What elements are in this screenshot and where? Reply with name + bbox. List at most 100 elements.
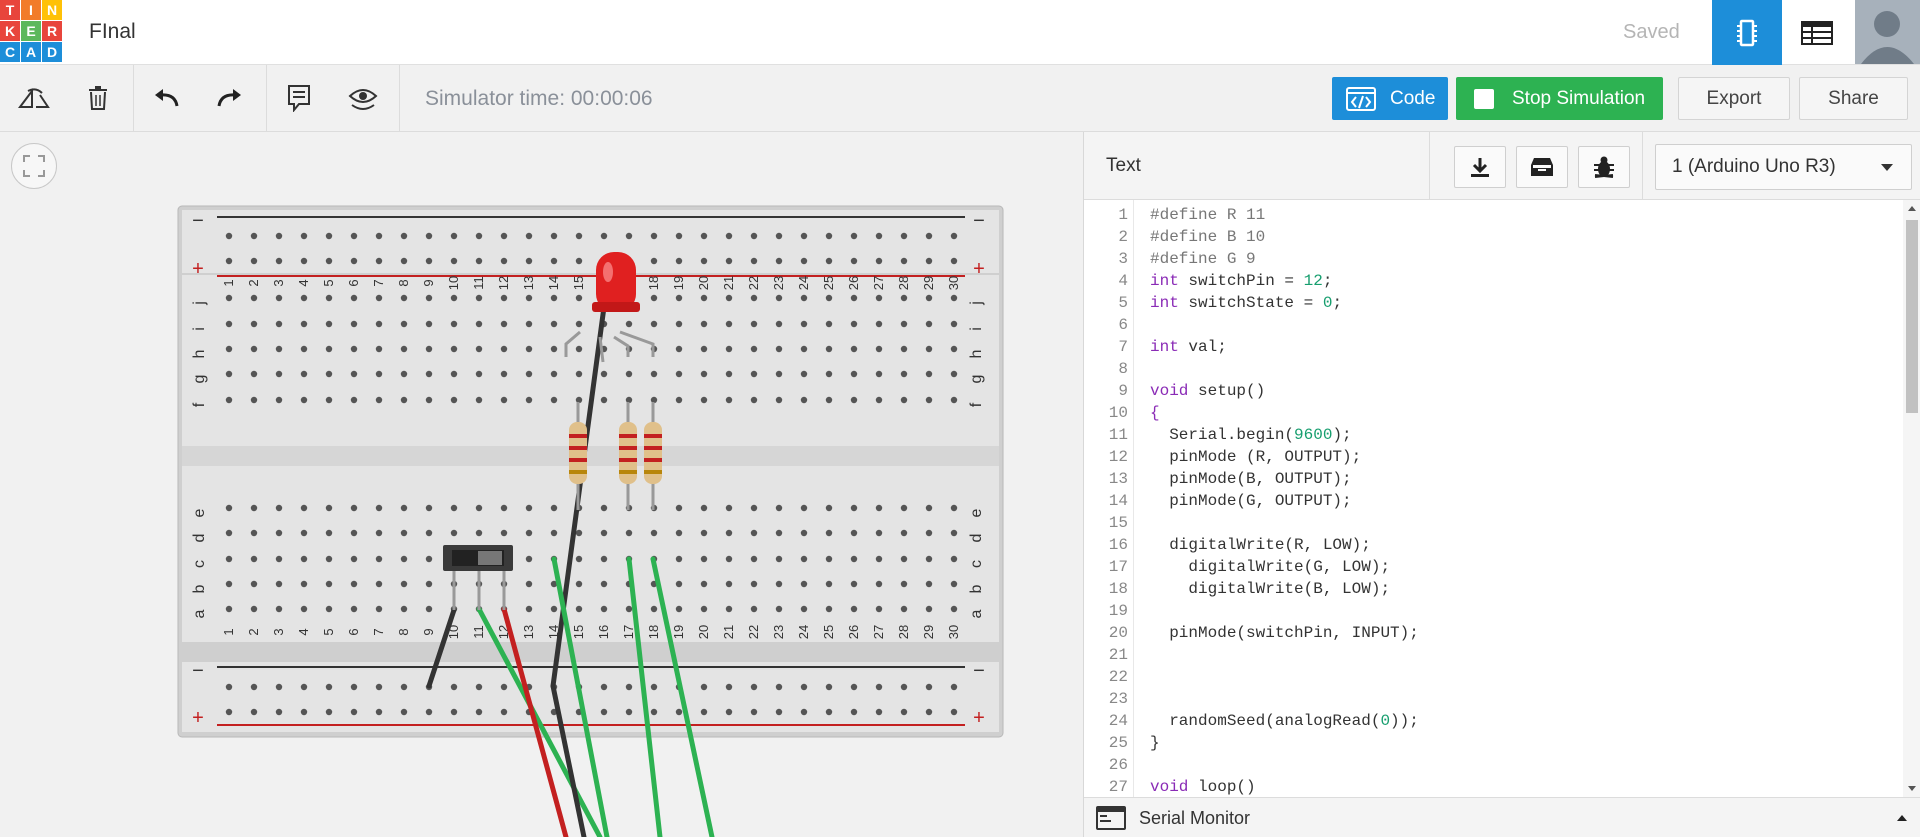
code-line[interactable]: #define R 11	[1150, 204, 1265, 226]
breadboard-hole[interactable]	[400, 504, 408, 512]
breadboard-hole[interactable]	[225, 345, 233, 353]
breadboard-hole[interactable]	[375, 683, 383, 691]
breadboard-hole[interactable]	[350, 605, 358, 613]
breadboard-hole[interactable]	[275, 683, 283, 691]
breadboard-hole[interactable]	[925, 555, 933, 563]
breadboard-hole[interactable]	[550, 504, 558, 512]
breadboard-hole[interactable]	[225, 232, 233, 240]
breadboard-hole[interactable]	[700, 504, 708, 512]
breadboard-hole[interactable]	[750, 257, 758, 265]
breadboard-hole[interactable]	[850, 683, 858, 691]
breadboard-hole[interactable]	[350, 529, 358, 537]
debugger-button[interactable]	[1578, 146, 1630, 188]
breadboard-hole[interactable]	[425, 232, 433, 240]
breadboard-hole[interactable]	[275, 555, 283, 563]
breadboard-hole[interactable]	[600, 504, 608, 512]
user-avatar[interactable]	[1855, 0, 1920, 64]
scroll-up-icon[interactable]	[1903, 202, 1920, 214]
breadboard-hole[interactable]	[425, 257, 433, 265]
breadboard-hole[interactable]	[750, 396, 758, 404]
breadboard-hole[interactable]	[875, 529, 883, 537]
breadboard-hole[interactable]	[925, 320, 933, 328]
breadboard-hole[interactable]	[725, 294, 733, 302]
breadboard-hole[interactable]	[650, 320, 658, 328]
breadboard-hole[interactable]	[925, 232, 933, 240]
breadboard-hole[interactable]	[950, 683, 958, 691]
breadboard-hole[interactable]	[500, 370, 508, 378]
breadboard-hole[interactable]	[900, 555, 908, 563]
breadboard-hole[interactable]	[600, 529, 608, 537]
breadboard-hole[interactable]	[775, 370, 783, 378]
breadboard-hole[interactable]	[275, 396, 283, 404]
breadboard-hole[interactable]	[475, 257, 483, 265]
breadboard-hole[interactable]	[400, 605, 408, 613]
serial-monitor-bar[interactable]: Serial Monitor	[1084, 797, 1920, 837]
scroll-down-icon[interactable]	[1903, 783, 1920, 795]
breadboard-hole[interactable]	[375, 232, 383, 240]
breadboard-hole[interactable]	[275, 708, 283, 716]
breadboard-hole[interactable]	[225, 370, 233, 378]
breadboard-hole[interactable]	[850, 257, 858, 265]
breadboard-hole[interactable]	[225, 555, 233, 563]
breadboard-hole[interactable]	[775, 580, 783, 588]
breadboard-hole[interactable]	[900, 605, 908, 613]
breadboard-hole[interactable]	[500, 232, 508, 240]
breadboard-hole[interactable]	[650, 708, 658, 716]
breadboard-hole[interactable]	[950, 555, 958, 563]
breadboard-hole[interactable]	[725, 257, 733, 265]
code-line[interactable]: #define B 10	[1150, 226, 1265, 248]
breadboard-hole[interactable]	[425, 529, 433, 537]
breadboard-hole[interactable]	[500, 708, 508, 716]
breadboard-hole[interactable]	[425, 605, 433, 613]
breadboard-hole[interactable]	[850, 232, 858, 240]
breadboard-hole[interactable]	[875, 708, 883, 716]
code-line[interactable]: int switchPin = 12;	[1150, 270, 1332, 292]
breadboard-hole[interactable]	[525, 529, 533, 537]
scroll-thumb[interactable]	[1906, 220, 1918, 413]
breadboard-hole[interactable]	[225, 504, 233, 512]
breadboard-hole[interactable]	[650, 370, 658, 378]
breadboard-hole[interactable]	[925, 504, 933, 512]
breadboard-hole[interactable]	[350, 396, 358, 404]
breadboard-hole[interactable]	[750, 345, 758, 353]
breadboard-hole[interactable]	[250, 580, 258, 588]
breadboard-hole[interactable]	[375, 555, 383, 563]
breadboard-hole[interactable]	[725, 396, 733, 404]
breadboard-hole[interactable]	[425, 370, 433, 378]
breadboard-hole[interactable]	[750, 232, 758, 240]
breadboard[interactable]: 1122334455667788991010111112121313141415…	[0, 132, 1083, 837]
breadboard-hole[interactable]	[250, 504, 258, 512]
breadboard-hole[interactable]	[675, 605, 683, 613]
breadboard-hole[interactable]	[900, 529, 908, 537]
breadboard-hole[interactable]	[625, 708, 633, 716]
breadboard-hole[interactable]	[300, 504, 308, 512]
breadboard-hole[interactable]	[725, 529, 733, 537]
breadboard-hole[interactable]	[300, 580, 308, 588]
breadboard-hole[interactable]	[750, 605, 758, 613]
breadboard-hole[interactable]	[725, 580, 733, 588]
breadboard-hole[interactable]	[875, 232, 883, 240]
breadboard-hole[interactable]	[250, 605, 258, 613]
breadboard-hole[interactable]	[600, 555, 608, 563]
breadboard-hole[interactable]	[400, 370, 408, 378]
code-line[interactable]: pinMode(B, OUTPUT);	[1150, 468, 1351, 490]
breadboard-hole[interactable]	[825, 605, 833, 613]
breadboard-hole[interactable]	[600, 683, 608, 691]
breadboard-hole[interactable]	[400, 580, 408, 588]
breadboard-hole[interactable]	[625, 232, 633, 240]
breadboard-hole[interactable]	[275, 529, 283, 537]
breadboard-hole[interactable]	[800, 708, 808, 716]
breadboard-hole[interactable]	[925, 396, 933, 404]
breadboard-hole[interactable]	[475, 396, 483, 404]
breadboard-hole[interactable]	[225, 683, 233, 691]
breadboard-hole[interactable]	[425, 708, 433, 716]
breadboard-hole[interactable]	[450, 708, 458, 716]
breadboard-hole[interactable]	[250, 396, 258, 404]
breadboard-hole[interactable]	[350, 294, 358, 302]
breadboard-hole[interactable]	[525, 370, 533, 378]
code-line[interactable]: {	[1150, 402, 1160, 424]
breadboard-hole[interactable]	[525, 605, 533, 613]
breadboard-hole[interactable]	[900, 370, 908, 378]
breadboard-hole[interactable]	[725, 555, 733, 563]
breadboard-hole[interactable]	[475, 529, 483, 537]
